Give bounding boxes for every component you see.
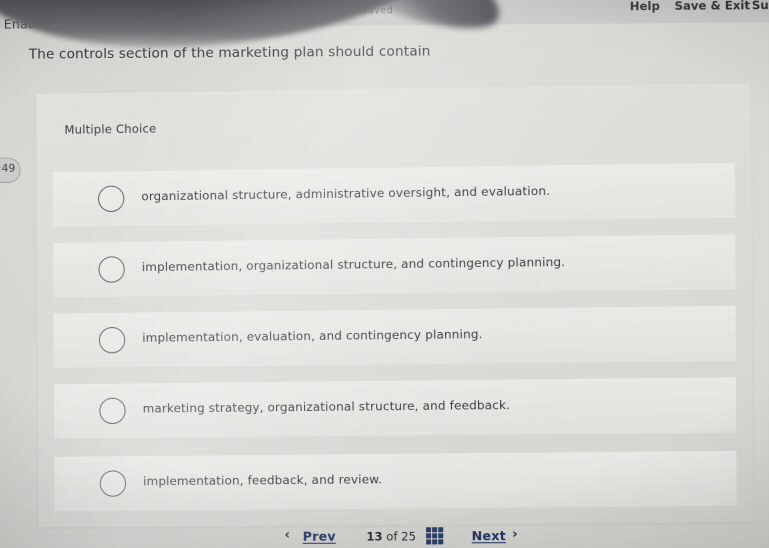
question-navigation-bar: ‹ Prev 13 of 25 Next ›: [0, 522, 769, 548]
answer-option[interactable]: organizational structure, administrative…: [52, 162, 735, 227]
radio-button-icon[interactable]: [98, 185, 125, 213]
photographed-screen: g Enabled: Chapter 2- Quiz i Saved Help …: [0, 0, 769, 548]
question-counter: 13 of 25: [366, 529, 416, 543]
answer-option[interactable]: implementation, organizational structure…: [53, 234, 736, 298]
save-and-exit-button[interactable]: Save & Exit: [674, 0, 750, 13]
radio-button-icon[interactable]: [99, 397, 126, 425]
next-question-button[interactable]: Next: [472, 528, 506, 543]
help-button[interactable]: Help: [630, 0, 660, 13]
timer-badge: :49: [0, 157, 21, 184]
answer-option[interactable]: implementation, evaluation, and continge…: [53, 305, 736, 369]
question-grid-icon[interactable]: [426, 527, 444, 545]
answer-option-label: marketing strategy, organizational struc…: [142, 397, 511, 416]
question-type-label: Multiple Choice: [64, 121, 157, 137]
question-counter-current: 13: [366, 529, 383, 544]
radio-button-icon[interactable]: [98, 256, 125, 283]
chevron-right-icon[interactable]: ›: [512, 527, 518, 542]
quiz-application: g Enabled: Chapter 2- Quiz i Saved Help …: [0, 0, 769, 548]
submit-button[interactable]: Sub: [752, 0, 769, 12]
question-counter-of: of: [386, 529, 398, 544]
question-card: Multiple Choice organizational structure…: [36, 82, 754, 528]
radio-button-icon[interactable]: [99, 470, 127, 497]
radio-button-icon[interactable]: [98, 326, 126, 354]
prev-question-button[interactable]: Prev: [303, 529, 336, 544]
question-counter-total: 25: [401, 529, 417, 544]
answer-option[interactable]: marketing strategy, organizational struc…: [53, 377, 737, 439]
answer-option[interactable]: implementation, feedback, and review.: [54, 450, 737, 512]
answer-option-label: implementation, organizational structure…: [141, 254, 566, 275]
chevron-left-icon[interactable]: ‹: [284, 528, 290, 543]
timer-value: :49: [0, 162, 16, 175]
answer-option-label: implementation, feedback, and review.: [143, 472, 383, 489]
answer-option-label: implementation, evaluation, and continge…: [142, 326, 483, 345]
answer-option-label: organizational structure, administrative…: [141, 183, 551, 204]
